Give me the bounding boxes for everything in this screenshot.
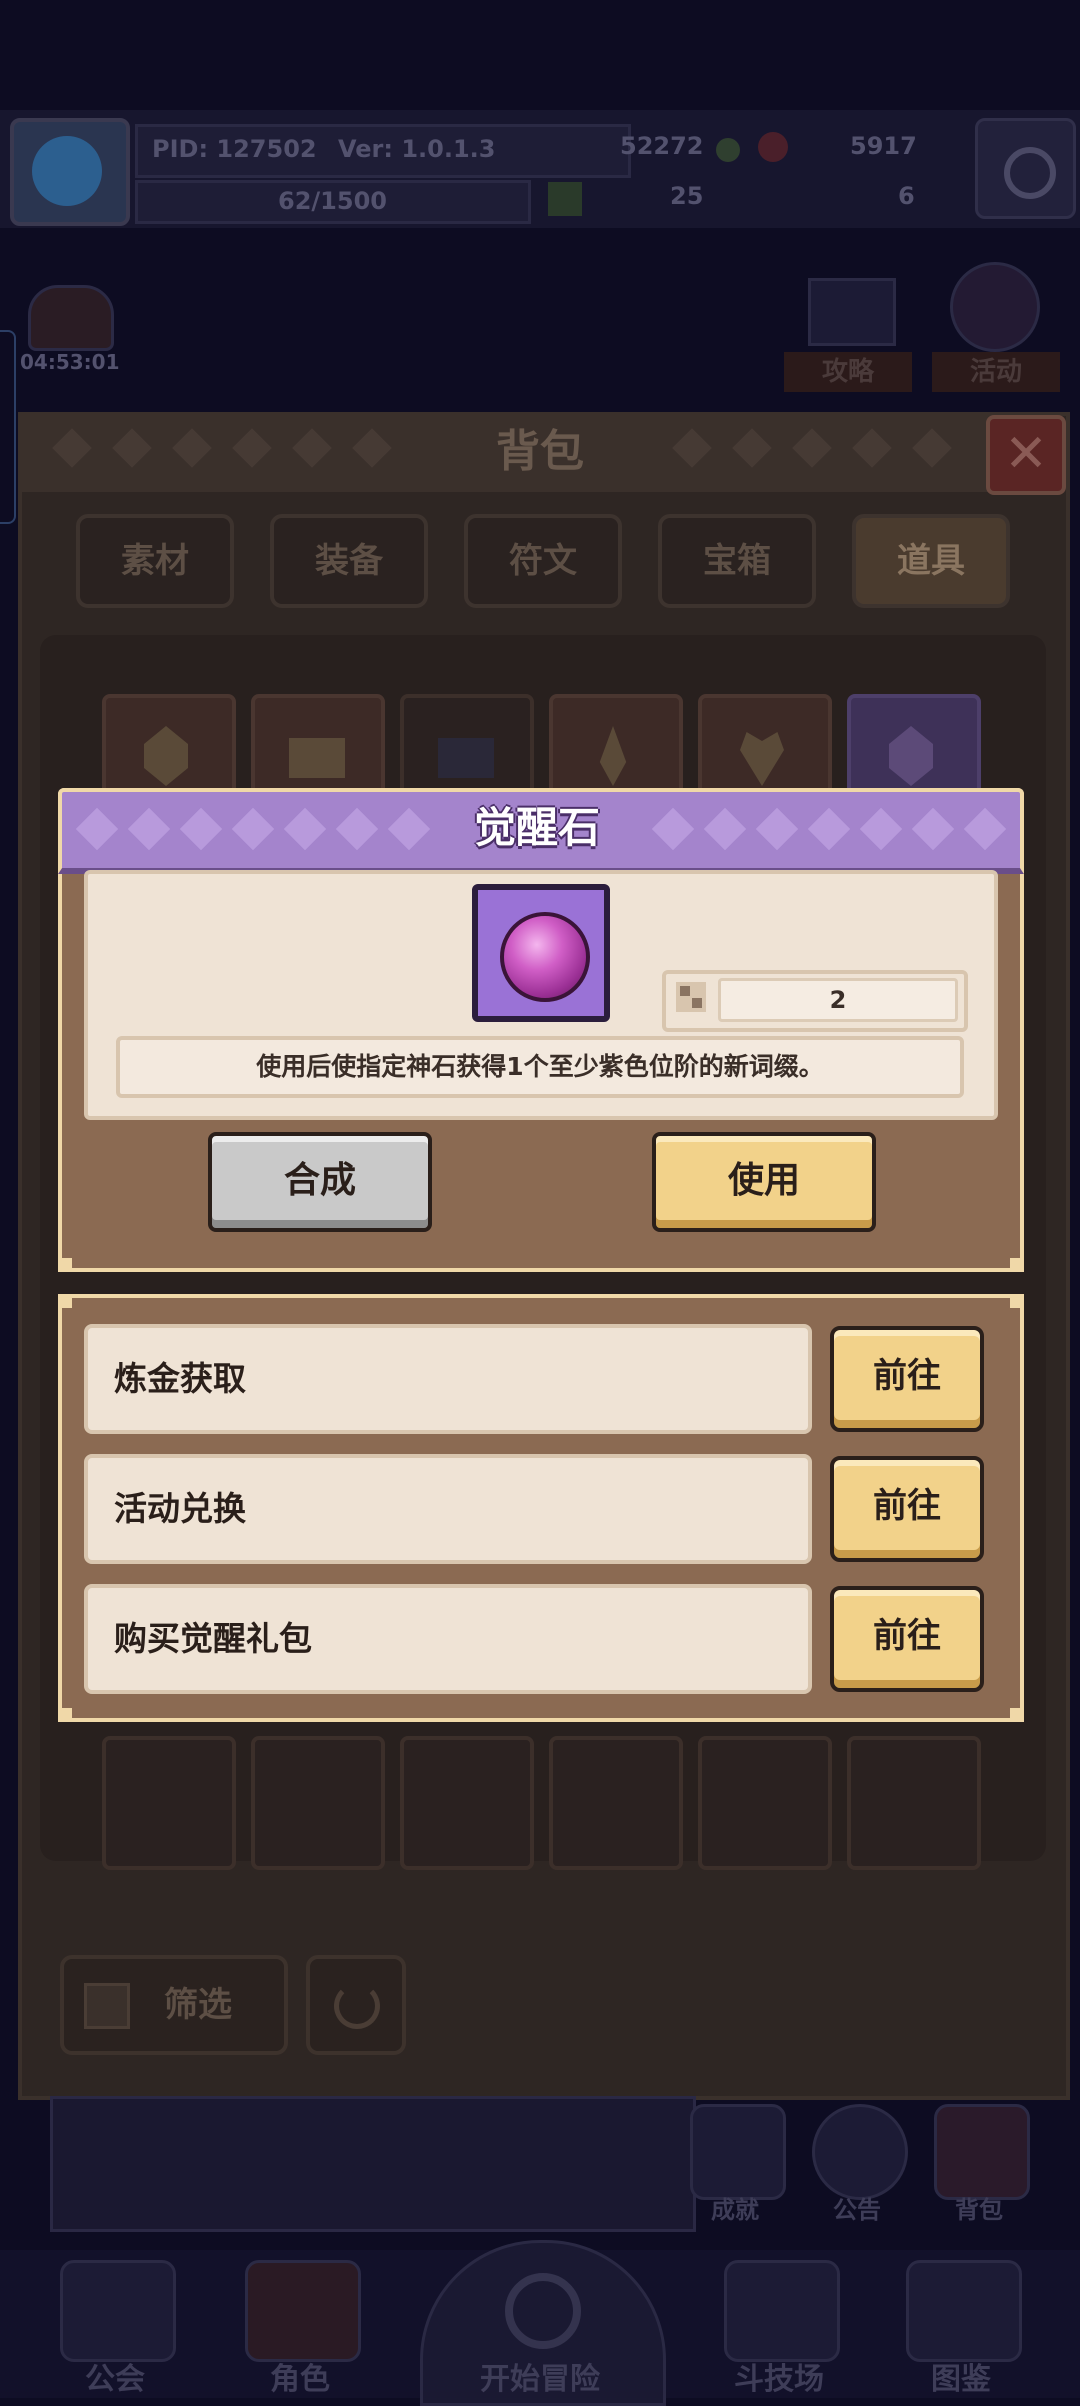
- nav-arena[interactable]: 斗技场: [704, 2354, 854, 2398]
- nav-character[interactable]: 角色: [235, 2354, 365, 2398]
- nav-codex[interactable]: 图鉴: [896, 2354, 1026, 2398]
- go-button-event-exchange[interactable]: 前往: [830, 1456, 984, 1562]
- pid-text: PID: 127502: [152, 135, 317, 163]
- bag-label: 背包: [955, 2196, 1003, 2224]
- gem-item-icon: [144, 726, 188, 786]
- xp-text: 62/1500: [278, 187, 387, 215]
- tab-runes[interactable]: 符文: [464, 514, 622, 608]
- crystal-icon: [599, 726, 627, 786]
- coins-value: 52272: [620, 132, 704, 160]
- gift-icon[interactable]: [28, 285, 114, 351]
- filter-label: 筛选: [164, 1985, 232, 2025]
- refresh-button[interactable]: [306, 1955, 406, 2055]
- codex-icon[interactable]: [906, 2260, 1022, 2362]
- balloon-icon[interactable]: [950, 262, 1040, 352]
- item-slot[interactable]: [847, 1736, 981, 1870]
- nav-start[interactable]: 开始冒险: [440, 2354, 640, 2398]
- event-label[interactable]: 活动: [932, 352, 1060, 392]
- backpack-header: 背包: [18, 412, 1062, 492]
- source-label: 炼金获取: [114, 1359, 246, 1398]
- item-icon: [472, 884, 610, 1022]
- filter-button[interactable]: 筛选: [60, 1955, 288, 2055]
- heart-icon: [740, 732, 784, 786]
- bottom-nav: 公会 角色 开始冒险 斗技场 图鉴: [0, 2240, 1080, 2406]
- go-button-buy-pack[interactable]: 前往: [830, 1586, 984, 1692]
- inventory-icon: [676, 982, 706, 1012]
- use-button[interactable]: 使用: [652, 1132, 876, 1232]
- item-slot[interactable]: [549, 1736, 683, 1870]
- bag-icon[interactable]: [934, 2104, 1030, 2200]
- player-info-box: PID: 127502 Ver: 1.0.1.3: [135, 124, 631, 178]
- source-label: 购买觉醒礼包: [114, 1619, 312, 1658]
- dark-envelope-icon: [438, 738, 494, 778]
- refresh-icon: [334, 1983, 380, 2029]
- ruby-icon: [758, 132, 788, 162]
- notice-label: 公告: [833, 2196, 881, 2224]
- item-slot[interactable]: [698, 1736, 832, 1870]
- player-avatar[interactable]: [10, 118, 130, 226]
- source-row: 购买觉醒礼包: [84, 1584, 812, 1694]
- clover-icon: [548, 182, 582, 216]
- swords-icon[interactable]: [724, 2260, 840, 2362]
- envelope-icon: [289, 738, 345, 778]
- coin-icon: [716, 138, 740, 162]
- character-icon[interactable]: [245, 2260, 361, 2362]
- settings-button[interactable]: [975, 118, 1076, 219]
- event-timer: 04:53:01: [20, 350, 120, 374]
- synthesize-button[interactable]: 合成: [208, 1132, 432, 1232]
- item-description: 使用后使指定神石获得1个至少紫色位阶的新词缀。: [116, 1036, 964, 1098]
- guide-icon[interactable]: [808, 278, 896, 346]
- source-label: 活动兑换: [114, 1489, 246, 1528]
- avatar-face-icon: [32, 136, 102, 206]
- awakening-stone-icon: [500, 912, 590, 1002]
- grid-icon: [84, 1983, 130, 2029]
- close-button[interactable]: ✕: [986, 415, 1066, 495]
- item-count: 2: [718, 978, 958, 1022]
- xp-bar: 62/1500: [135, 180, 531, 224]
- tab-equipment[interactable]: 装备: [270, 514, 428, 608]
- guide-label[interactable]: 攻略: [784, 352, 912, 392]
- item-slot[interactable]: [102, 1736, 236, 1870]
- stat-a-value: 25: [670, 182, 704, 210]
- stat-b-value: 6: [898, 182, 915, 210]
- gems-value: 5917: [850, 132, 917, 160]
- purple-gem-icon: [889, 726, 933, 786]
- backpack-title: 背包: [496, 426, 584, 477]
- guild-icon[interactable]: [60, 2260, 176, 2362]
- notice-icon[interactable]: [812, 2104, 908, 2200]
- magnifier-icon: [505, 2273, 581, 2349]
- gear-icon: [1004, 147, 1056, 199]
- news-banner[interactable]: [50, 2096, 696, 2232]
- item-slot[interactable]: [400, 1736, 534, 1870]
- source-row: 活动兑换: [84, 1454, 812, 1564]
- item-name: 觉醒石: [473, 803, 600, 852]
- tab-materials[interactable]: 素材: [76, 514, 234, 608]
- item-slot[interactable]: [251, 1736, 385, 1870]
- achievements-label: 成就: [711, 2196, 759, 2224]
- side-drawer-handle[interactable]: [0, 330, 16, 524]
- nav-guild[interactable]: 公会: [50, 2354, 180, 2398]
- version-text: Ver: 1.0.1.3: [338, 135, 496, 163]
- go-button-alchemy[interactable]: 前往: [830, 1326, 984, 1432]
- item-count-box: 2: [662, 970, 968, 1032]
- tab-items[interactable]: 道具: [852, 514, 1010, 608]
- achievements-icon[interactable]: [690, 2104, 786, 2200]
- source-row: 炼金获取: [84, 1324, 812, 1434]
- tab-chests[interactable]: 宝箱: [658, 514, 816, 608]
